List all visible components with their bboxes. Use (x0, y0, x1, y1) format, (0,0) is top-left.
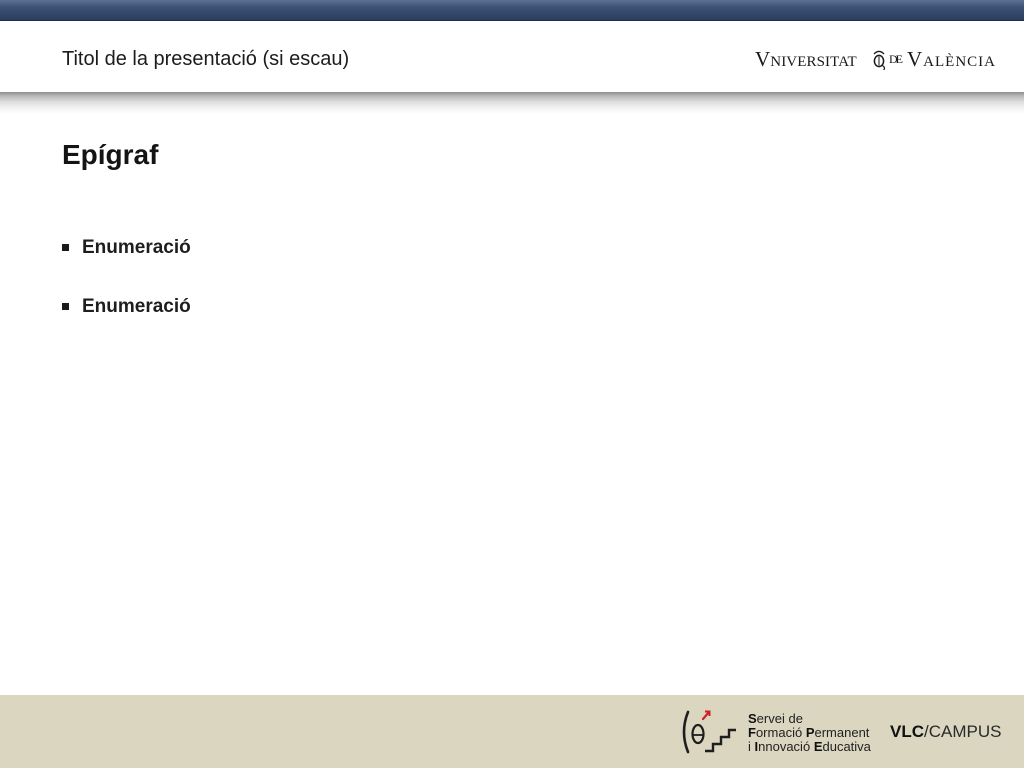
bullet-item: Enumeració (62, 236, 191, 260)
bullet-list: Enumeració Enumeració (62, 236, 191, 354)
slide-footer: Servei de Formació Permanent i Innovació… (0, 695, 1024, 768)
university-logo: VNIVERSITAT DE VALÈNCIA (755, 48, 1000, 70)
bullet-item: Enumeració (62, 295, 191, 319)
head-outline (691, 723, 705, 745)
stairs (705, 728, 736, 753)
university-logo-word-vniversitat: VNIVERSITAT (755, 47, 857, 71)
bullet-text: Enumeració (82, 296, 191, 317)
service-logo-line: Servei de (748, 711, 803, 726)
service-logo-line: Formació Permanent (748, 725, 870, 740)
university-logo-word-de: DE (889, 52, 903, 66)
slide-heading: Epígraf (62, 139, 159, 170)
square-bullet-icon (62, 244, 69, 251)
slide-header: Titol de la presentació (si escau) VNIVE… (0, 21, 1024, 92)
left-bracket (682, 710, 690, 754)
bullet-text: Enumeració (82, 237, 191, 258)
header-shadow (0, 92, 1024, 114)
staircase-person-icon (682, 710, 736, 754)
university-seal-icon (873, 50, 886, 70)
presentation-title: Titol de la presentació (si escau) (62, 48, 350, 70)
red-arrow (701, 710, 711, 721)
service-logo-line: i Innovació Educativa (748, 739, 871, 754)
top-accent-bar (0, 0, 1024, 21)
university-logo-word-valencia: VALÈNCIA (907, 47, 996, 71)
service-logo-text: Servei de Formació Permanent i Innovació… (748, 712, 871, 754)
square-bullet-icon (62, 303, 69, 310)
vlc-campus-logo: VLC/CAMPUS (890, 722, 1002, 741)
